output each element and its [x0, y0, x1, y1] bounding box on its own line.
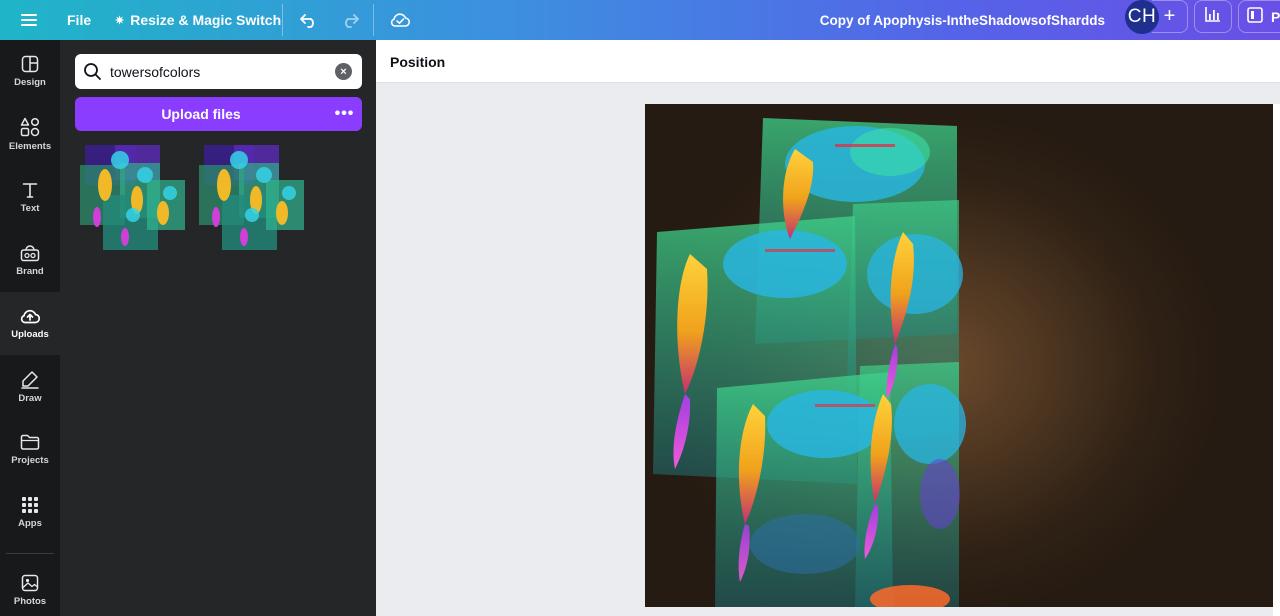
rail-item-projects[interactable]: Projects — [0, 418, 60, 481]
toolbar-divider — [282, 4, 283, 36]
upload-files-button[interactable]: Upload files ••• — [75, 97, 362, 131]
uploads-panel: × Upload files ••• — [60, 40, 376, 616]
rail-item-uploads[interactable]: Uploads — [0, 292, 60, 355]
folder-icon — [20, 433, 40, 451]
rail-item-design[interactable]: Design — [0, 40, 60, 103]
hamburger-icon — [21, 13, 37, 27]
rail-label: Elements — [8, 141, 52, 152]
rail-item-elements[interactable]: Elements — [0, 103, 60, 166]
cloud-save-status-button[interactable] — [388, 0, 412, 40]
file-menu-button[interactable]: File — [67, 0, 91, 40]
cloud-check-icon — [389, 12, 411, 28]
rail-label: Photos — [13, 596, 47, 607]
rail-label: Brand — [16, 266, 44, 277]
context-toolbar: Position — [376, 40, 1280, 83]
canvas-area — [376, 83, 1280, 616]
clear-search-icon[interactable]: × — [335, 63, 352, 80]
rail-item-text[interactable]: Text — [0, 166, 60, 229]
canvas-scrollbar[interactable] — [1273, 104, 1280, 616]
design-page[interactable] — [645, 104, 1273, 607]
resize-label: Resize & Magic Switch — [130, 12, 282, 28]
sparkle-icon: ✷ — [115, 14, 125, 27]
top-bar: File ✷ Resize & Magic Switch Copy of Apo… — [0, 0, 1280, 40]
brand-icon — [20, 244, 40, 262]
upload-thumbnail[interactable] — [75, 145, 185, 250]
draw-icon — [20, 369, 40, 389]
bar-chart-icon — [1204, 5, 1222, 28]
rail-label: Uploads — [11, 329, 49, 340]
present-icon — [1247, 7, 1263, 26]
photos-icon — [21, 574, 39, 592]
rail-label: Projects — [11, 455, 49, 466]
rail-item-apps[interactable]: Apps — [0, 481, 60, 544]
more-options-icon[interactable]: ••• — [327, 97, 362, 131]
rail-item-photos[interactable]: Photos — [0, 559, 60, 616]
plus-icon: + — [1163, 5, 1176, 27]
insights-button[interactable] — [1194, 0, 1232, 33]
menu-button[interactable] — [14, 0, 44, 40]
redo-icon — [340, 12, 360, 28]
present-label: P — [1271, 8, 1280, 25]
resize-magic-switch-button[interactable]: ✷ Resize & Magic Switch — [115, 0, 281, 40]
undo-icon — [299, 12, 319, 28]
undo-button[interactable] — [297, 0, 321, 40]
design-icon — [21, 55, 39, 73]
apps-icon — [21, 496, 39, 514]
rail-label: Draw — [18, 393, 42, 404]
text-icon — [21, 181, 39, 199]
upload-thumbnail[interactable] — [194, 145, 304, 250]
rail-item-brand[interactable]: Brand — [0, 229, 60, 292]
rail-label: Design — [14, 77, 46, 88]
rail-item-draw[interactable]: Draw — [0, 355, 60, 418]
add-collaborator-button[interactable]: + — [1152, 0, 1188, 33]
rail-label: Text — [20, 203, 40, 214]
uploads-icon — [19, 307, 41, 325]
search-input[interactable] — [110, 54, 325, 89]
search-box: × — [75, 54, 362, 89]
elements-icon — [20, 117, 40, 137]
position-button[interactable]: Position — [390, 40, 445, 83]
rail-divider — [6, 553, 54, 554]
present-button[interactable]: P — [1238, 0, 1280, 33]
document-title[interactable]: Copy of Apophysis-IntheShadowsofShardds — [760, 0, 1105, 40]
upload-files-label: Upload files — [161, 106, 241, 122]
search-icon — [83, 62, 102, 86]
rail-label: Apps — [18, 518, 42, 529]
toolbar-divider — [373, 4, 374, 36]
left-rail: Design Elements Text Brand Uploads Draw … — [0, 40, 60, 616]
redo-button[interactable] — [338, 0, 362, 40]
fractal-artwork[interactable] — [645, 104, 1273, 607]
